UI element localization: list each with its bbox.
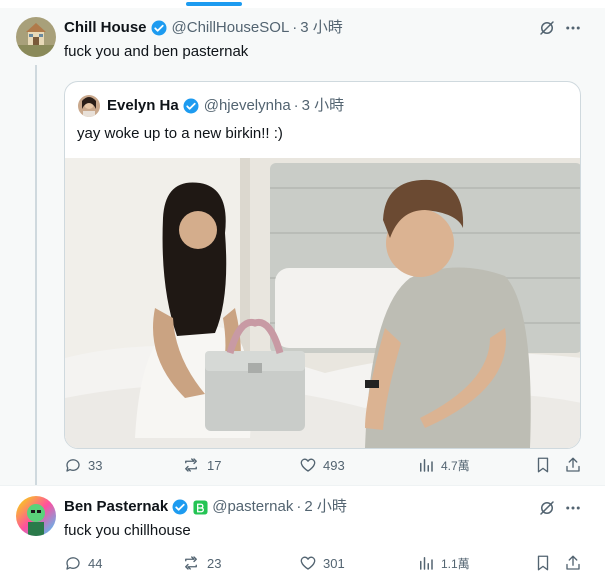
like-button[interactable]: 493 (299, 455, 345, 475)
author-handle[interactable]: @pasternak (212, 497, 293, 517)
bookmark-button[interactable] (534, 553, 552, 573)
repost-button[interactable]: 17 (181, 455, 221, 475)
post-top-icons (537, 498, 583, 518)
quote-author-name: Evelyn Ha (107, 97, 179, 114)
like-button[interactable]: 301 (299, 553, 345, 573)
post-header: Chill House @ChillHouseSOL · 3 小時 (64, 18, 343, 38)
separator-dot: · (293, 97, 299, 114)
like-count: 493 (323, 457, 345, 473)
quote-time: 3 小時 (301, 97, 345, 114)
tweet-chill-house[interactable]: Chill House @ChillHouseSOL · 3 小時 fuck y… (0, 8, 605, 493)
avatar-ben-pasternak[interactable] (16, 496, 56, 536)
quote-photo[interactable] (65, 158, 580, 448)
analytics-icon (420, 459, 433, 472)
views-button[interactable]: 1.1萬 (417, 553, 470, 573)
post-actions: 44 23 301 1.1萬 (64, 553, 584, 573)
heart-icon (300, 458, 316, 472)
like-count: 301 (323, 555, 345, 571)
bookmark-icon (537, 457, 549, 473)
post-actions: 33 17 493 4.7萬 (64, 455, 584, 475)
author-handle[interactable]: @ChillHouseSOL (172, 18, 290, 38)
reply-icon (66, 557, 80, 570)
verified-badge-icon (182, 97, 200, 115)
separator-dot: · (292, 19, 298, 36)
author-name[interactable]: Ben Pasternak (64, 497, 168, 517)
more-icon[interactable] (563, 498, 583, 518)
avatar-chill-house[interactable] (16, 17, 56, 57)
post-header: Ben Pasternak @pasternak · 2 小時 (64, 497, 347, 517)
verified-badge-icon (171, 498, 189, 516)
affiliate-badge-icon[interactable] (193, 499, 208, 515)
separator-dot: · (296, 498, 302, 515)
views-button[interactable]: 4.7萬 (417, 455, 470, 475)
quoted-tweet[interactable]: Evelyn Ha @hjevelynha · 3 小時 yay woke up… (64, 81, 581, 449)
share-icon (566, 555, 580, 570)
reply-button[interactable]: 44 (64, 553, 102, 573)
repost-count: 17 (207, 457, 222, 473)
repost-icon (185, 458, 197, 472)
thread-line (35, 65, 37, 493)
tab-indicator (186, 2, 242, 6)
verified-badge-icon (150, 19, 168, 37)
repost-icon (185, 556, 197, 570)
author-name[interactable]: Chill House (64, 18, 147, 38)
grok-icon[interactable] (537, 498, 557, 518)
post-text: fuck you and ben pasternak (64, 43, 249, 60)
post-text: fuck you chillhouse (64, 522, 191, 539)
avatar-evelyn-ha[interactable] (78, 95, 100, 117)
share-icon (566, 457, 580, 472)
reply-button[interactable]: 33 (64, 455, 102, 475)
post-top-icons (537, 18, 583, 38)
more-icon[interactable] (563, 18, 583, 38)
quote-text: yay woke up to a new birkin!! :) (77, 125, 283, 142)
quote-author-handle: @hjevelynha (203, 97, 291, 114)
heart-icon (300, 556, 316, 570)
post-time[interactable]: 2 小時 (304, 497, 347, 517)
views-count: 4.7萬 (441, 458, 470, 473)
analytics-icon (420, 557, 433, 570)
reply-count: 33 (88, 457, 103, 473)
bookmark-icon (537, 555, 549, 571)
share-button[interactable] (564, 455, 582, 475)
repost-count: 23 (207, 555, 222, 571)
reply-icon (66, 459, 80, 472)
post-time[interactable]: 3 小時 (300, 18, 343, 38)
views-count: 1.1萬 (441, 556, 470, 571)
grok-icon[interactable] (537, 18, 557, 38)
reply-count: 44 (88, 555, 103, 571)
tweet-ben-pasternak[interactable]: Ben Pasternak @pasternak · 2 小時 fuck you… (0, 486, 605, 586)
quote-header: Evelyn Ha @hjevelynha · 3 小時 (107, 96, 344, 116)
share-button[interactable] (564, 553, 582, 573)
bookmark-button[interactable] (534, 455, 552, 475)
repost-button[interactable]: 23 (181, 553, 221, 573)
